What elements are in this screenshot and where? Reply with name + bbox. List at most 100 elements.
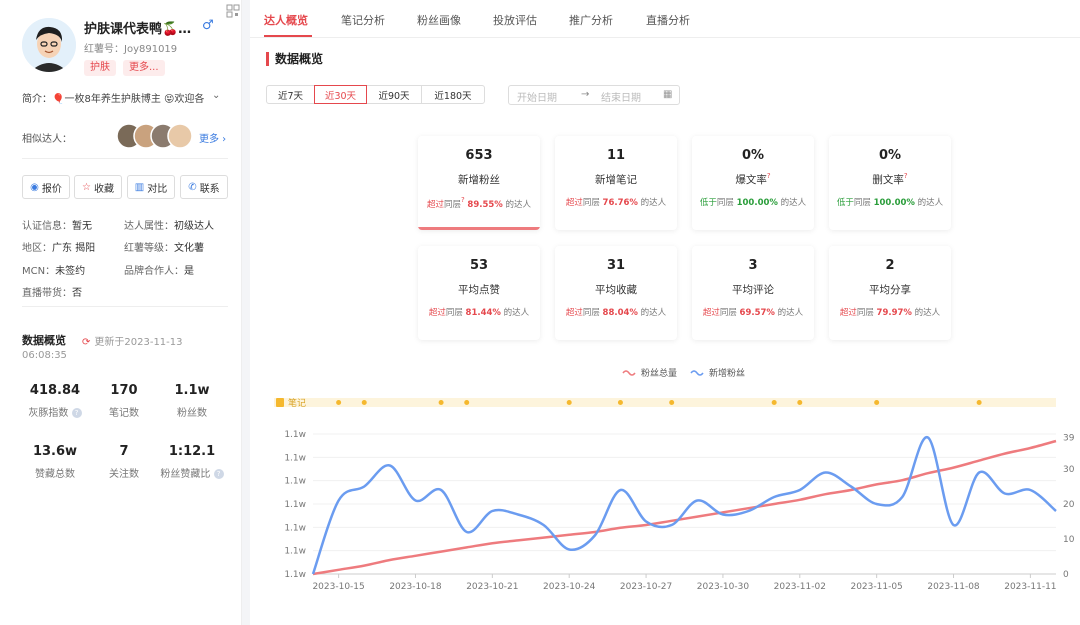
metric-card-new-fans[interactable]: 653 新增粉丝 超过同层? 89.55% 的达人 <box>418 136 540 230</box>
range-90d[interactable]: 近90天 <box>366 85 422 104</box>
compare-pct: 100.00% <box>736 198 778 208</box>
compare-suffix: 的达人 <box>640 308 667 318</box>
compare-prefix: 超过 <box>426 200 444 210</box>
card-value: 11 <box>606 148 626 163</box>
card-compare: 超过同层 69.57% 的达人 <box>692 306 814 318</box>
y-tick-label-left: 1.1w <box>284 523 306 533</box>
compare-icon: ▥ <box>134 181 145 193</box>
similar-more-link[interactable]: 更多 › <box>199 130 226 145</box>
card-value: 0% <box>878 148 902 163</box>
metric-card-avg-likes[interactable]: 53 平均点赞 超过同层 81.44% 的达人 <box>418 246 540 340</box>
metric-card-avg-shares[interactable]: 2 平均分享 超过同层 79.97% 的达人 <box>829 246 951 340</box>
card-label: 新增粉丝 <box>458 174 500 186</box>
note-dot <box>771 400 777 405</box>
legend-new-label: 新增粉丝 <box>709 369 746 379</box>
metric-card-new-notes[interactable]: 11 新增笔记 超过同层 76.76% 的达人 <box>555 136 677 230</box>
tab-overview[interactable]: 达人概览 <box>264 12 308 28</box>
stat-value: 13.6w <box>32 444 78 459</box>
metric-card-avg-collects[interactable]: 31 平均收藏 超过同层 88.04% 的达人 <box>555 246 677 340</box>
note-dot <box>797 400 803 405</box>
qr-code-icon[interactable] <box>226 4 240 18</box>
start-date-input[interactable]: 开始日期 <box>517 89 557 104</box>
range-180d[interactable]: 近180天 <box>421 85 485 104</box>
stat-value: 418.84 <box>29 383 81 398</box>
section-title: 数据概览 <box>266 52 323 66</box>
info-key: 认证信息： <box>22 221 72 232</box>
stat-value: 1.1w <box>174 383 210 398</box>
tag-more[interactable]: 更多... <box>123 60 165 76</box>
metric-card-avg-comments[interactable]: 3 平均评论 超过同层 69.57% 的达人 <box>692 246 814 340</box>
range-30d[interactable]: 近30天 <box>314 85 367 104</box>
compare-pct: 79.97% <box>876 308 912 318</box>
star-icon: ☆ <box>82 181 91 193</box>
tab-notes[interactable]: 笔记分析 <box>341 12 385 28</box>
help-icon[interactable]: ? <box>71 408 82 418</box>
compare-prefix: 超过 <box>428 308 446 318</box>
note-dot <box>438 400 444 405</box>
y-tick-label-left: 1.1w <box>284 500 306 510</box>
y-tick-label-left: 1.1w <box>284 547 306 557</box>
help-icon[interactable]: ? <box>461 196 465 204</box>
selected-card-indicator <box>418 227 540 230</box>
note-dot <box>336 400 342 405</box>
overview-title: 数据概览 <box>22 334 66 347</box>
info-value: 初级达人 <box>174 221 214 232</box>
help-icon[interactable]: ? <box>767 172 771 180</box>
info-level: 红薯等级：文化薯 <box>124 239 204 254</box>
card-compare: 超过同层 79.97% 的达人 <box>829 306 951 318</box>
note-dot <box>617 400 623 405</box>
favorite-button[interactable]: ☆ 收藏 <box>74 175 122 199</box>
stat-label: 粉丝数 <box>177 408 207 419</box>
profile-panel: 护肤课代表鸭🍒… ♂ 红薯号：Joy891019 护肤 更多... 简介：🎈一枚… <box>0 0 242 625</box>
compare-pct: 100.00% <box>873 198 915 208</box>
end-date-input[interactable]: 结束日期 <box>601 89 641 104</box>
note-dot <box>976 400 982 405</box>
stat-fans: 1.1w 粉丝数 <box>152 383 232 419</box>
favorite-label: 收藏 <box>93 183 114 195</box>
stat-label-text: 粉丝赞藏比 <box>160 469 211 480</box>
card-label: 删文率? <box>829 172 951 187</box>
legend-new[interactable]: 新增粉丝 <box>690 366 745 379</box>
info-value: 暂无 <box>72 221 92 232</box>
active-tab-indicator <box>264 35 312 37</box>
card-compare: 超过同层 76.76% 的达人 <box>555 196 677 208</box>
compare-prefix: 超过 <box>839 308 857 318</box>
y-tick-label-left: 1.1w <box>284 477 306 487</box>
x-tick-label: 2023-10-27 <box>620 582 672 592</box>
help-icon[interactable]: ? <box>213 469 224 479</box>
y-tick-label-right: 30 <box>1063 465 1075 475</box>
refresh-icon[interactable]: ⟳ <box>82 337 90 348</box>
chevron-down-icon[interactable]: ⌄ <box>212 90 220 101</box>
similar-avatars[interactable] <box>116 123 196 149</box>
legend-line-icon <box>622 369 636 376</box>
card-value: 0% <box>741 148 765 163</box>
note-dot <box>669 400 675 405</box>
range-7d[interactable]: 近7天 <box>266 85 315 104</box>
calendar-icon[interactable]: ▦ <box>663 89 672 100</box>
info-key: 直播带货： <box>22 288 72 299</box>
note-strip <box>274 398 1056 407</box>
tag-skincare[interactable]: 护肤 <box>84 60 116 76</box>
compare-button[interactable]: ▥ 对比 <box>127 175 175 199</box>
help-icon[interactable]: ? <box>904 172 908 180</box>
tab-fans[interactable]: 粉丝画像 <box>417 12 461 28</box>
legend-total[interactable]: 粉丝总量 <box>622 366 677 379</box>
y-tick-label-right: 10 <box>1063 535 1075 545</box>
info-cert: 认证信息：暂无 <box>22 217 92 232</box>
metric-card-viral-rate[interactable]: 0% 爆文率? 低于同层 100.00% 的达人 <box>692 136 814 230</box>
quote-button[interactable]: ◉ 报价 <box>22 175 70 199</box>
similar-more-label: 更多 <box>199 134 219 145</box>
tab-live[interactable]: 直播分析 <box>646 12 690 28</box>
info-mcn: MCN：未签约 <box>22 262 85 277</box>
tab-promotion[interactable]: 推广分析 <box>569 12 613 28</box>
stat-index: 418.84 灰豚指数 ? <box>15 383 95 419</box>
updated-clock: 06:08:35 <box>22 350 67 361</box>
quote-label: 报价 <box>41 183 62 195</box>
date-range-picker[interactable]: 开始日期 → 结束日期 ▦ <box>508 85 680 105</box>
compare-suffix: 的达人 <box>777 308 804 318</box>
tab-placement[interactable]: 投放评估 <box>493 12 537 28</box>
contact-button[interactable]: ✆ 联系 <box>180 175 228 199</box>
legend-line-icon <box>690 369 704 376</box>
metric-card-delete-rate[interactable]: 0% 删文率? 低于同层 100.00% 的达人 <box>829 136 951 230</box>
card-label-text: 删文率 <box>872 174 904 186</box>
